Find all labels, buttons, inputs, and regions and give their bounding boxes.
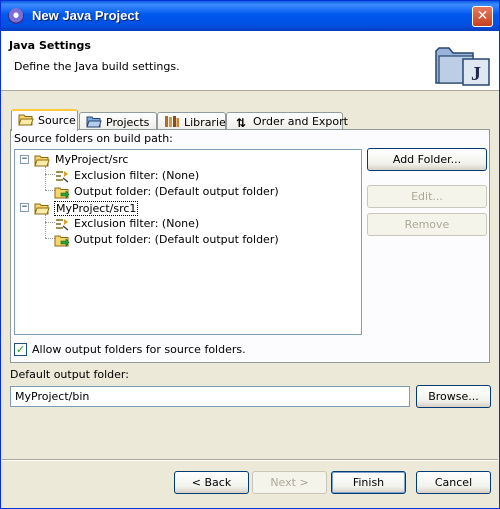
- wizard-header: Java Settings Define the Java build sett…: [1, 31, 499, 91]
- tree-item-label: Output folder: (Default output folder): [74, 185, 279, 198]
- page-title: Java Settings: [9, 39, 91, 52]
- tab-source-label: Source: [38, 114, 76, 127]
- tab-libraries-label: Libraries: [184, 116, 232, 129]
- tree-item-output-folder[interactable]: Output folder: (Default output folder): [15, 232, 361, 248]
- default-output-folder-label: Default output folder:: [10, 368, 129, 381]
- cancel-button[interactable]: Cancel: [416, 471, 491, 494]
- source-folder-icon: [34, 203, 50, 215]
- back-button[interactable]: < Back: [174, 471, 249, 494]
- title-bar[interactable]: New Java Project ✕: [1, 1, 499, 31]
- default-output-folder-input[interactable]: [10, 386, 410, 407]
- next-button[interactable]: Next >: [252, 471, 327, 494]
- tab-order-label: Order and Export: [253, 115, 348, 128]
- collapse-toggle[interactable]: −: [20, 155, 29, 164]
- source-folder-icon: [34, 155, 50, 167]
- footer-separator: [2, 459, 498, 461]
- tree-item-label: Exclusion filter: (None): [74, 217, 200, 230]
- source-folders-label: Source folders on build path:: [14, 132, 173, 145]
- svg-text:J: J: [471, 63, 481, 85]
- collapse-toggle[interactable]: −: [20, 203, 29, 212]
- add-folder-button[interactable]: Add Folder...: [367, 148, 487, 171]
- source-folder-icon: [18, 114, 34, 126]
- order-arrows-icon: ⇅: [235, 116, 247, 130]
- java-project-wizard-icon: J: [435, 47, 490, 86]
- new-java-project-dialog: New Java Project ✕ Java Settings Define …: [0, 0, 500, 509]
- tree-item-myproject-src[interactable]: − MyProject/src: [15, 152, 361, 168]
- tab-source[interactable]: Source: [11, 109, 78, 131]
- output-folder-icon: [54, 235, 70, 247]
- tree-item-output-folder[interactable]: Output folder: (Default output folder): [15, 184, 361, 200]
- window-title: New Java Project: [32, 8, 139, 23]
- tree-item-label: MyProject/src1: [54, 201, 139, 216]
- projects-icon: [86, 116, 102, 128]
- eclipse-icon: [8, 8, 24, 24]
- browse-button[interactable]: Browse...: [416, 385, 491, 408]
- exclusion-filter-icon: [56, 219, 69, 231]
- output-folder-icon: [54, 187, 70, 199]
- allow-output-folders-checkbox[interactable]: ✓: [14, 343, 27, 356]
- tree-item-exclusion-filter[interactable]: Exclusion filter: (None): [15, 168, 361, 184]
- tree-item-myproject-src1[interactable]: − MyProject/src1: [15, 200, 361, 216]
- close-button[interactable]: ✕: [472, 6, 493, 27]
- finish-button[interactable]: Finish: [331, 471, 406, 494]
- exclusion-filter-icon: [56, 171, 69, 183]
- allow-output-folders-label: Allow output folders for source folders.: [32, 343, 246, 356]
- libraries-icon: [165, 116, 179, 127]
- tree-item-label: Exclusion filter: (None): [74, 169, 200, 182]
- tab-projects-label: Projects: [106, 116, 150, 129]
- remove-button[interactable]: Remove: [367, 213, 487, 236]
- edit-button[interactable]: Edit...: [367, 185, 487, 208]
- tree-item-exclusion-filter[interactable]: Exclusion filter: (None): [15, 216, 361, 232]
- source-folders-tree[interactable]: − MyProject/src Exclusion filter: (None)…: [14, 149, 362, 335]
- page-description: Define the Java build settings.: [14, 60, 180, 73]
- tree-item-label: Output folder: (Default output folder): [74, 233, 279, 246]
- tree-item-label: MyProject/src: [55, 153, 129, 166]
